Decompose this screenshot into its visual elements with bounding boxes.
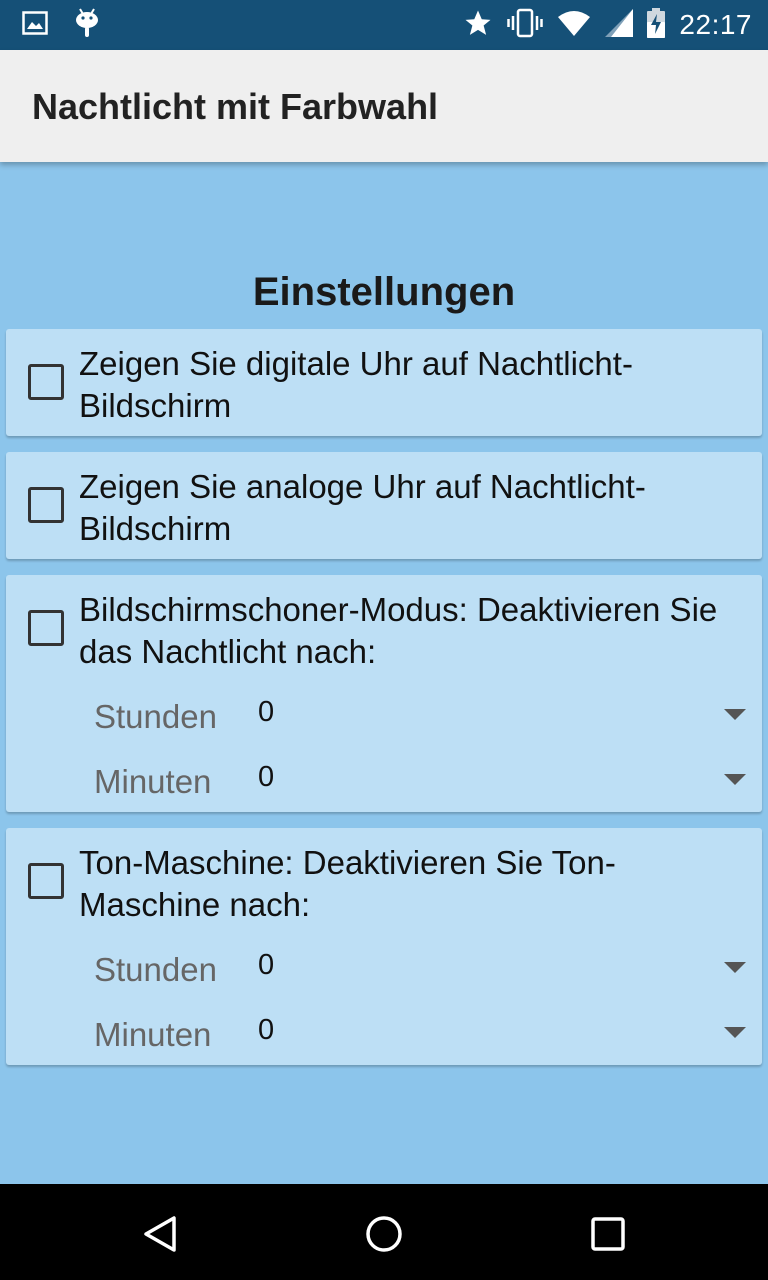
minutes-value: 0 [258,1014,275,1046]
minutes-label: Minuten [94,1016,212,1053]
sound-machine-checkbox[interactable] [28,863,64,899]
analog-clock-label[interactable]: Zeigen Sie analoge Uhr auf Nachtlicht-Bi… [79,466,739,550]
settings-heading: Einstellungen [252,270,516,314]
hours-value: 0 [258,949,275,981]
minutes-label: Minuten [94,763,212,800]
wifi-icon [557,9,591,42]
sound-machine-label[interactable]: Ton-Maschine: Deaktivieren Sie Ton-Masch… [79,842,739,926]
battery-charging-icon [647,7,666,43]
home-icon[interactable] [362,1212,406,1256]
screensaver-hours-spinner[interactable]: Stunden 0 [6,692,762,742]
star-icon [463,8,493,43]
sound-machine-hours-spinner[interactable]: Stunden 0 [6,945,762,995]
vibrate-icon [507,8,544,43]
dropdown-arrow-icon[interactable] [724,709,746,720]
setting-card-digital-clock: Zeigen Sie digitale Uhr auf Nachtlicht-B… [6,329,762,436]
dropdown-arrow-icon[interactable] [724,962,746,973]
dropdown-arrow-icon[interactable] [724,1027,746,1038]
hours-value: 0 [258,696,275,728]
screensaver-label[interactable]: Bildschirmschoner-Modus: Deaktivieren Si… [79,589,739,673]
digital-clock-checkbox[interactable] [28,364,64,400]
app-title: Nachtlicht mit Farbwahl [32,86,439,127]
screensaver-minutes-spinner[interactable]: Minuten 0 [6,757,762,807]
signal-icon [605,8,634,42]
hours-label: Stunden [94,698,217,735]
setting-card-analog-clock: Zeigen Sie analoge Uhr auf Nachtlicht-Bi… [6,452,762,559]
sound-machine-minutes-spinner[interactable]: Minuten 0 [6,1010,762,1060]
navigation-bar [0,1184,768,1280]
status-time: 22:17 [679,9,752,40]
analog-clock-checkbox[interactable] [28,487,64,523]
minutes-value: 0 [258,761,275,793]
image-icon [22,10,48,40]
setting-card-sound-machine: Ton-Maschine: Deaktivieren Sie Ton-Masch… [6,828,762,1065]
setting-card-screensaver: Bildschirmschoner-Modus: Deaktivieren Si… [6,575,762,812]
status-bar: 22:17 [0,0,768,50]
app-bar: Nachtlicht mit Farbwahl [0,50,768,162]
recents-icon[interactable] [586,1212,630,1256]
android-icon [74,7,100,44]
back-icon[interactable] [138,1212,182,1256]
digital-clock-label[interactable]: Zeigen Sie digitale Uhr auf Nachtlicht-B… [79,343,739,427]
hours-label: Stunden [94,951,217,988]
screensaver-checkbox[interactable] [28,610,64,646]
dropdown-arrow-icon[interactable] [724,774,746,785]
